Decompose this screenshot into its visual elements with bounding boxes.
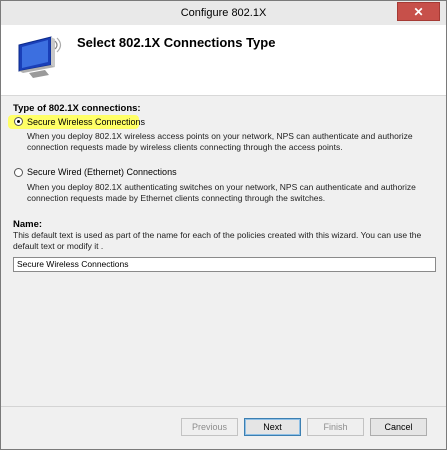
- next-button[interactable]: Next: [244, 418, 301, 436]
- wireless-monitor-icon: [18, 36, 62, 78]
- finish-button[interactable]: Finish: [307, 418, 364, 436]
- page-title: Select 802.1X Connections Type: [77, 35, 276, 50]
- cancel-button[interactable]: Cancel: [370, 418, 427, 436]
- option-label-wireless[interactable]: Secure Wireless Connections: [27, 117, 145, 127]
- name-description: This default text is used as part of the…: [13, 230, 422, 251]
- wizard-header: Select 802.1X Connections Type: [1, 25, 446, 96]
- name-field[interactable]: Secure Wireless Connections: [13, 257, 436, 272]
- configure-8021x-dialog: Configure 802.1X ✕ Select 802.1X Connect…: [0, 0, 447, 450]
- radio-secure-wired[interactable]: [14, 168, 23, 177]
- option-label-wired[interactable]: Secure Wired (Ethernet) Connections: [27, 167, 177, 177]
- connection-type-label: Type of 802.1X connections:: [13, 103, 141, 114]
- radio-secure-wireless[interactable]: [14, 117, 23, 126]
- window-title: Configure 802.1X: [180, 7, 267, 19]
- option-desc-wireless: When you deploy 802.1X wireless access p…: [27, 131, 413, 152]
- title-bar: Configure 802.1X ✕: [1, 1, 446, 25]
- option-desc-wired: When you deploy 802.1X authenticating sw…: [27, 182, 416, 203]
- footer-divider: [1, 406, 446, 407]
- previous-button[interactable]: Previous: [181, 418, 238, 436]
- name-label: Name:: [13, 219, 43, 230]
- close-button[interactable]: ✕: [397, 2, 440, 21]
- close-icon: ✕: [413, 5, 424, 19]
